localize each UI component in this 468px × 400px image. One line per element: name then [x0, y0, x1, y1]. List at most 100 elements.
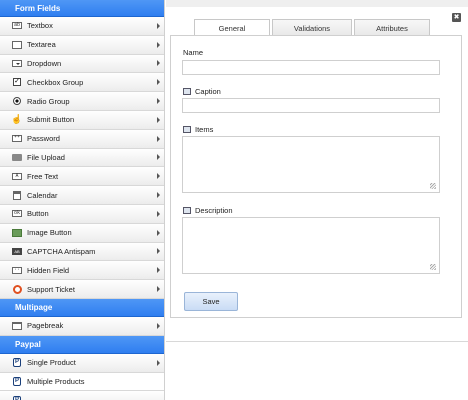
hand-pointer-icon: ☝ — [11, 114, 23, 125]
resize-grip-icon[interactable] — [430, 183, 436, 189]
close-icon[interactable]: ✖ — [452, 13, 461, 22]
chevron-right-icon — [157, 60, 160, 67]
chevron-right-icon — [157, 116, 160, 123]
field-tag-icon — [183, 126, 191, 133]
sidebar-item-button[interactable]: ok Button — [0, 204, 164, 224]
name-label-text: Name — [183, 48, 204, 57]
sidebar-item-label: Textarea — [27, 40, 56, 50]
chevron-right-icon — [157, 322, 160, 329]
field-tag-icon — [183, 207, 191, 214]
sidebar-item-pagebreak[interactable]: Pagebreak — [0, 316, 164, 336]
sidebar-item-label: Button — [27, 209, 49, 219]
sidebar-item-radio-group[interactable]: Radio Group — [0, 92, 164, 111]
field-properties-panel: Name Caption Items Description Save — [170, 35, 462, 318]
resize-grip-icon[interactable] — [430, 264, 436, 270]
sidebar-item-label: File Upload — [27, 152, 65, 162]
description-textarea[interactable] — [182, 217, 440, 274]
sidebar-item-image-button[interactable]: Image Button — [0, 223, 164, 243]
sidebar-item-captcha[interactable]: AB CAPTCHA Antispam — [0, 242, 164, 262]
sidebar-item-label: Pagebreak — [27, 321, 64, 331]
items-label: Items — [183, 125, 213, 134]
password-icon: ** — [12, 135, 22, 143]
sidebar-item-partial[interactable]: P — [0, 391, 164, 400]
sidebar-item-label: Multiple Products — [27, 376, 85, 386]
button-icon: ok — [12, 210, 22, 218]
pagebreak-icon — [12, 321, 22, 331]
chevron-right-icon — [157, 192, 160, 199]
items-textarea[interactable] — [182, 136, 440, 193]
dropdown-icon — [12, 58, 22, 68]
tab-general[interactable]: General — [194, 19, 270, 36]
name-input[interactable] — [182, 60, 440, 75]
sidebar-item-label: CAPTCHA Antispam — [27, 246, 96, 256]
sidebar: Form Fields ab Textbox Textarea Dropdown… — [0, 0, 165, 400]
sidebar-item-label: Support Ticket — [27, 284, 75, 294]
description-label: Description — [183, 206, 233, 215]
field-tag-icon — [183, 88, 191, 95]
sidebar-item-submit-button[interactable]: ☝ Submit Button — [0, 110, 164, 130]
textbox-icon: ab — [12, 22, 22, 30]
sidebar-item-dropdown[interactable]: Dropdown — [0, 54, 164, 74]
chevron-right-icon — [157, 248, 160, 255]
sidebar-item-calendar[interactable]: Calendar — [0, 186, 164, 205]
chevron-right-icon — [157, 154, 160, 161]
divider — [166, 341, 468, 342]
sidebar-item-label: Image Button — [27, 228, 72, 238]
sidebar-item-label: Free Text — [27, 171, 59, 181]
sidebar-item-label: Checkbox Group — [27, 77, 84, 87]
description-label-text: Description — [195, 206, 233, 215]
sidebar-item-label: Textbox — [27, 21, 53, 31]
sidebar-item-support-ticket[interactable]: Support Ticket — [0, 280, 164, 299]
sidebar-item-label: Submit Button — [27, 115, 75, 125]
sidebar-item-label: Hidden Field — [27, 265, 70, 275]
sidebar-item-multiple-products[interactable]: P Multiple Products — [0, 372, 164, 392]
sidebar-item-textbox[interactable]: ab Textbox — [0, 17, 164, 36]
free-text-icon: A — [12, 171, 22, 181]
sidebar-item-checkbox-group[interactable]: ✓ Checkbox Group — [0, 73, 164, 93]
chevron-right-icon — [157, 22, 160, 29]
image-icon — [12, 228, 22, 238]
tab-attributes[interactable]: Attributes — [354, 19, 430, 36]
caption-label-text: Caption — [195, 87, 221, 96]
tab-bar: General Validations Attributes — [194, 19, 432, 36]
chevron-right-icon — [157, 173, 160, 180]
sidebar-item-file-upload[interactable]: File Upload — [0, 148, 164, 168]
chevron-right-icon — [157, 286, 160, 293]
sidebar-item-single-product[interactable]: P Single Product — [0, 353, 164, 373]
checkbox-icon: ✓ — [13, 78, 21, 87]
chevron-right-icon — [157, 267, 160, 274]
sidebar-item-password[interactable]: ** Password — [0, 129, 164, 149]
save-button[interactable]: Save — [184, 292, 238, 311]
section-header-paypal[interactable]: Paypal — [0, 335, 164, 354]
lifebuoy-icon — [12, 284, 22, 294]
radio-icon — [12, 96, 22, 106]
chevron-right-icon — [157, 229, 160, 236]
caption-input[interactable] — [182, 98, 440, 113]
paypal-icon: P — [13, 376, 21, 386]
sidebar-item-free-text[interactable]: A Free Text — [0, 167, 164, 187]
hidden-field-icon: ·· — [12, 266, 22, 274]
sidebar-item-hidden-field[interactable]: ·· Hidden Field — [0, 261, 164, 281]
sidebar-item-textarea[interactable]: Textarea — [0, 35, 164, 55]
tab-validations[interactable]: Validations — [272, 19, 352, 36]
sidebar-item-label: Radio Group — [27, 96, 70, 106]
section-header-multipage[interactable]: Multipage — [0, 298, 164, 317]
items-label-text: Items — [195, 125, 214, 134]
chevron-right-icon — [157, 359, 160, 366]
sidebar-item-label: Dropdown — [27, 58, 62, 68]
calendar-icon — [12, 190, 22, 200]
chevron-right-icon — [157, 98, 160, 105]
section-header-form-fields[interactable]: Form Fields — [0, 0, 164, 17]
chevron-right-icon — [157, 79, 160, 86]
sidebar-item-label: Calendar — [27, 190, 58, 200]
paypal-icon: P — [13, 358, 21, 368]
chevron-right-icon — [157, 210, 160, 217]
top-band — [166, 0, 468, 7]
sidebar-item-label: Password — [27, 134, 60, 144]
chevron-right-icon — [157, 41, 160, 48]
sidebar-item-label: Single Product — [27, 358, 76, 368]
caption-label: Caption — [183, 87, 221, 96]
textarea-icon — [12, 40, 22, 50]
name-label: Name — [183, 48, 203, 57]
chevron-right-icon — [157, 135, 160, 142]
